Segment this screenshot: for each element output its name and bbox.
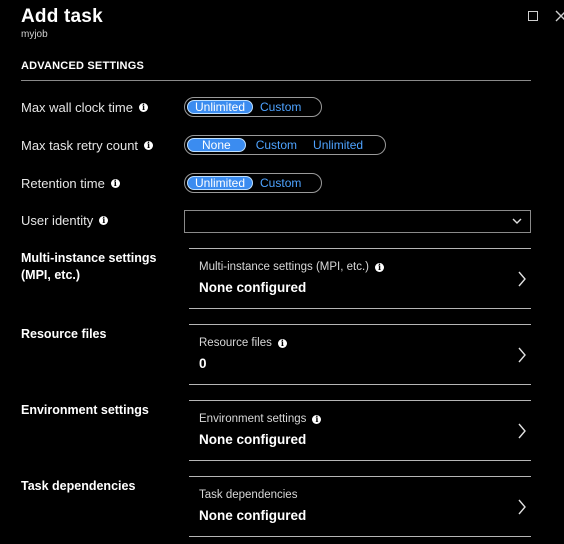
multi-instance-group-label: Multi-instance settings (MPI, etc.) — [21, 251, 157, 282]
card-value: None configured — [199, 280, 307, 295]
retention-toggle[interactable]: Unlimited Custom — [184, 173, 322, 193]
chevron-right-icon — [518, 271, 526, 287]
info-icon[interactable]: i — [144, 141, 154, 150]
user-identity-dropdown[interactable] — [184, 210, 531, 233]
close-icon[interactable] — [555, 9, 564, 23]
dependencies-card[interactable]: Task dependencies None configured — [189, 476, 531, 537]
section-header-advanced: ADVANCED SETTINGS — [21, 60, 531, 81]
info-icon[interactable]: i — [312, 414, 322, 424]
card-value: 0 — [199, 356, 207, 371]
resource-files-card[interactable]: Resource files i 0 — [189, 324, 531, 385]
card-title: Environment settings i — [199, 413, 322, 425]
info-icon[interactable]: i — [375, 262, 384, 272]
max-wall-clock-label: Max wall clock time i — [21, 100, 148, 115]
page-title: Add task — [21, 6, 103, 27]
card-title: Resource files i — [199, 337, 287, 349]
chevron-right-icon — [518, 499, 526, 515]
option-custom[interactable]: Custom — [246, 138, 307, 152]
card-value: None configured — [199, 508, 307, 523]
chevron-right-icon — [518, 423, 526, 439]
info-icon[interactable]: i — [277, 338, 287, 348]
multi-instance-card[interactable]: Multi-instance settings (MPI, etc.) i No… — [189, 248, 531, 309]
option-unlimited[interactable]: Unlimited — [307, 138, 369, 152]
max-wall-clock-toggle[interactable]: Unlimited Custom — [184, 97, 322, 117]
chevron-right-icon — [518, 347, 526, 363]
dependencies-group-label: Task dependencies — [21, 479, 136, 493]
info-icon[interactable]: i — [138, 103, 148, 112]
chevron-down-icon — [512, 218, 522, 224]
option-unlimited[interactable]: Unlimited — [187, 100, 254, 114]
maximize-icon[interactable] — [528, 11, 538, 21]
card-value: None configured — [199, 432, 307, 447]
user-identity-label: User identity i — [21, 213, 109, 228]
option-unlimited[interactable]: Unlimited — [187, 176, 254, 190]
option-none[interactable]: None — [187, 138, 246, 152]
card-title: Task dependencies — [199, 489, 298, 501]
card-title: Multi-instance settings (MPI, etc.) i — [199, 261, 384, 273]
retention-label: Retention time i — [21, 176, 120, 191]
option-custom[interactable]: Custom — [253, 176, 308, 190]
option-custom[interactable]: Custom — [253, 100, 308, 114]
resource-files-group-label: Resource files — [21, 327, 107, 341]
environment-card[interactable]: Environment settings i None configured — [189, 400, 531, 461]
max-retry-label: Max task retry count i — [21, 138, 154, 153]
info-icon[interactable]: i — [99, 216, 109, 225]
page-subtitle: myjob — [21, 29, 48, 40]
max-retry-toggle[interactable]: None Custom Unlimited — [184, 135, 386, 155]
blade-header: Add task myjob — [21, 6, 103, 40]
info-icon[interactable]: i — [110, 179, 120, 188]
environment-group-label: Environment settings — [21, 403, 149, 417]
